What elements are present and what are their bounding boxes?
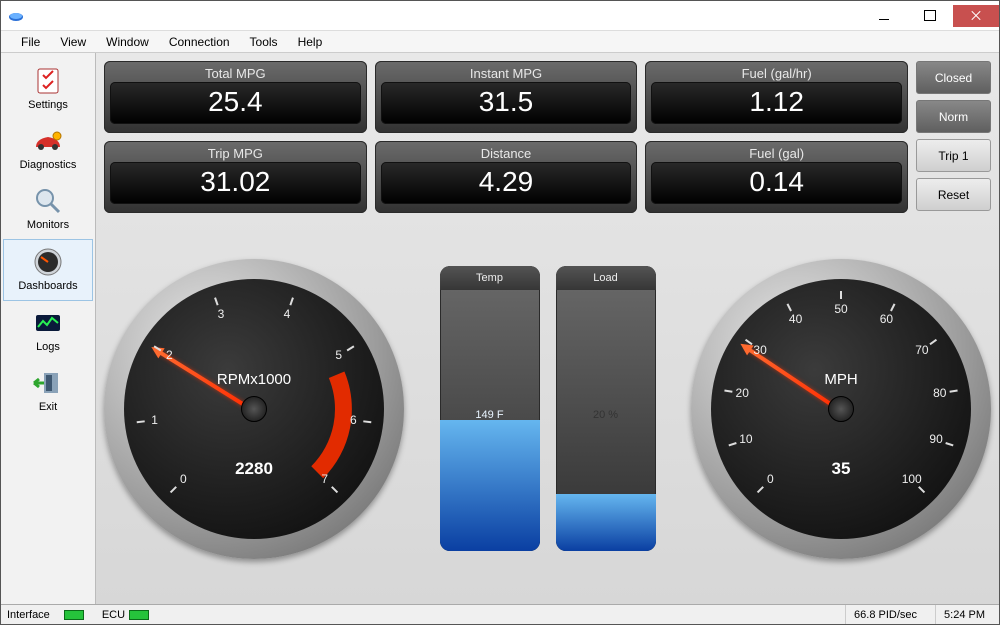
sidebar-item-label: Logs bbox=[36, 341, 60, 353]
tile-trip-mpg: Trip MPG 31.02 bbox=[104, 141, 367, 213]
settings-icon bbox=[32, 65, 64, 97]
menubar: File View Window Connection Tools Help bbox=[1, 31, 999, 53]
sidebar-item-dashboards[interactable]: Dashboards bbox=[3, 239, 93, 301]
app-icon bbox=[8, 7, 24, 23]
logs-icon bbox=[32, 307, 64, 339]
menu-view[interactable]: View bbox=[50, 33, 96, 51]
bar-value: 20 % bbox=[556, 409, 656, 421]
sidebar-item-label: Dashboards bbox=[18, 280, 77, 292]
sidebar-item-settings[interactable]: Settings bbox=[1, 59, 95, 119]
statusbar: Interface ECU 66.8 PID/sec 5:24 PM bbox=[1, 604, 999, 624]
sidebar-item-logs[interactable]: Logs bbox=[1, 301, 95, 361]
tile-value: 31.5 bbox=[381, 82, 632, 124]
tile-label: Distance bbox=[375, 144, 638, 162]
bar-fill bbox=[440, 420, 540, 551]
tile-value: 25.4 bbox=[110, 82, 361, 124]
tile-fuel-used: Fuel (gal) 0.14 bbox=[645, 141, 908, 213]
sidebar-item-diagnostics[interactable]: Diagnostics bbox=[1, 119, 95, 179]
menu-file[interactable]: File bbox=[11, 33, 50, 51]
tile-value: 1.12 bbox=[651, 82, 902, 124]
tile-value: 4.29 bbox=[381, 162, 632, 204]
menu-window[interactable]: Window bbox=[96, 33, 159, 51]
dashboards-icon bbox=[32, 246, 64, 278]
menu-connection[interactable]: Connection bbox=[159, 33, 240, 51]
mode-button[interactable]: Norm bbox=[916, 100, 991, 133]
ecu-led-icon bbox=[129, 610, 149, 620]
sidebar-item-label: Monitors bbox=[27, 219, 69, 231]
center-bars: Temp 149 F Load 20 % bbox=[440, 266, 656, 551]
tile-label: Fuel (gal) bbox=[645, 144, 908, 162]
bar-value: 149 F bbox=[440, 409, 540, 421]
trip-select-button[interactable]: Trip 1 bbox=[916, 139, 991, 172]
exit-icon bbox=[32, 367, 64, 399]
menu-tools[interactable]: Tools bbox=[240, 33, 288, 51]
trip-reset-button[interactable]: Reset bbox=[916, 178, 991, 211]
monitors-icon bbox=[32, 185, 64, 217]
tile-distance: Distance 4.29 bbox=[375, 141, 638, 213]
status-clock: 5:24 PM bbox=[935, 605, 993, 624]
bar-label: Load bbox=[556, 266, 656, 290]
window-maximize-button[interactable] bbox=[907, 5, 953, 27]
menu-help[interactable]: Help bbox=[288, 33, 333, 51]
status-interface-label: Interface bbox=[7, 609, 50, 621]
sidebar-item-label: Diagnostics bbox=[20, 159, 77, 171]
bar-fill bbox=[556, 494, 656, 551]
sidebar-item-label: Settings bbox=[28, 99, 68, 111]
car-diagnostics-icon bbox=[32, 125, 64, 157]
tile-label: Total MPG bbox=[104, 64, 367, 82]
gauge-mph: MPH 35 0102030405060708090100 bbox=[691, 259, 991, 559]
status-ecu-label: ECU bbox=[102, 609, 125, 621]
dashboard-content: Total MPG 25.4 Instant MPG 31.5 Fuel (ga… bbox=[96, 53, 999, 604]
tile-value: 31.02 bbox=[110, 162, 361, 204]
trip-controls: Closed Norm Trip 1 Reset bbox=[916, 61, 991, 213]
tile-total-mpg: Total MPG 25.4 bbox=[104, 61, 367, 133]
status-pid-rate: 66.8 PID/sec bbox=[845, 605, 925, 624]
sidebar-item-monitors[interactable]: Monitors bbox=[1, 179, 95, 239]
sidebar-item-label: Exit bbox=[39, 401, 57, 413]
bar-load: Load 20 % bbox=[556, 266, 656, 551]
window-close-button[interactable] bbox=[953, 5, 999, 27]
titlebar bbox=[1, 1, 999, 31]
tile-instant-mpg: Instant MPG 31.5 bbox=[375, 61, 638, 133]
sidebar-item-exit[interactable]: Exit bbox=[1, 361, 95, 421]
bar-label: Temp bbox=[440, 266, 540, 290]
sidebar: Settings Diagnostics Monitors Dashboards… bbox=[1, 53, 96, 604]
tile-value: 0.14 bbox=[651, 162, 902, 204]
bar-temp: Temp 149 F bbox=[440, 266, 540, 551]
tile-fuel-rate: Fuel (gal/hr) 1.12 bbox=[645, 61, 908, 133]
gauge-rpm: RPMx1000 2280 01234567 bbox=[104, 259, 404, 559]
metric-tiles: Total MPG 25.4 Instant MPG 31.5 Fuel (ga… bbox=[104, 61, 908, 213]
tile-label: Fuel (gal/hr) bbox=[645, 64, 908, 82]
window-minimize-button[interactable] bbox=[861, 5, 907, 27]
loop-status-button[interactable]: Closed bbox=[916, 61, 991, 94]
interface-led-icon bbox=[64, 610, 84, 620]
tile-label: Instant MPG bbox=[375, 64, 638, 82]
tile-label: Trip MPG bbox=[104, 144, 367, 162]
